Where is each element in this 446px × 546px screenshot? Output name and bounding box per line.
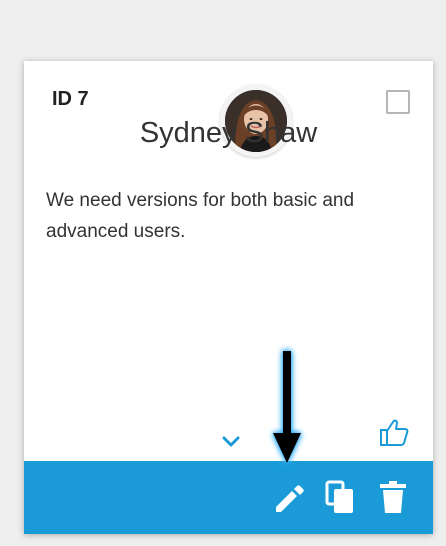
trash-icon — [380, 481, 406, 513]
chevron-down-icon — [222, 436, 240, 447]
delete-button[interactable] — [376, 479, 410, 515]
card-id-label: ID 7 — [52, 88, 89, 110]
arrow-down-icon — [273, 351, 301, 463]
select-checkbox[interactable] — [386, 90, 410, 114]
card-author-name: Sydney Shaw — [139, 117, 318, 149]
card-action-bar — [24, 461, 433, 534]
like-button[interactable] — [378, 416, 410, 448]
card-description: We need versions for both basic and adva… — [46, 190, 355, 242]
thumbs-up-icon — [380, 419, 409, 446]
expand-button[interactable] — [217, 429, 245, 453]
copy-button[interactable] — [324, 479, 358, 515]
pencil-icon — [276, 485, 304, 512]
copy-icon — [325, 480, 353, 513]
idea-card: ID 7 Sydney Shaw We need versions for bo… — [24, 61, 433, 534]
edit-button[interactable] — [272, 479, 306, 515]
